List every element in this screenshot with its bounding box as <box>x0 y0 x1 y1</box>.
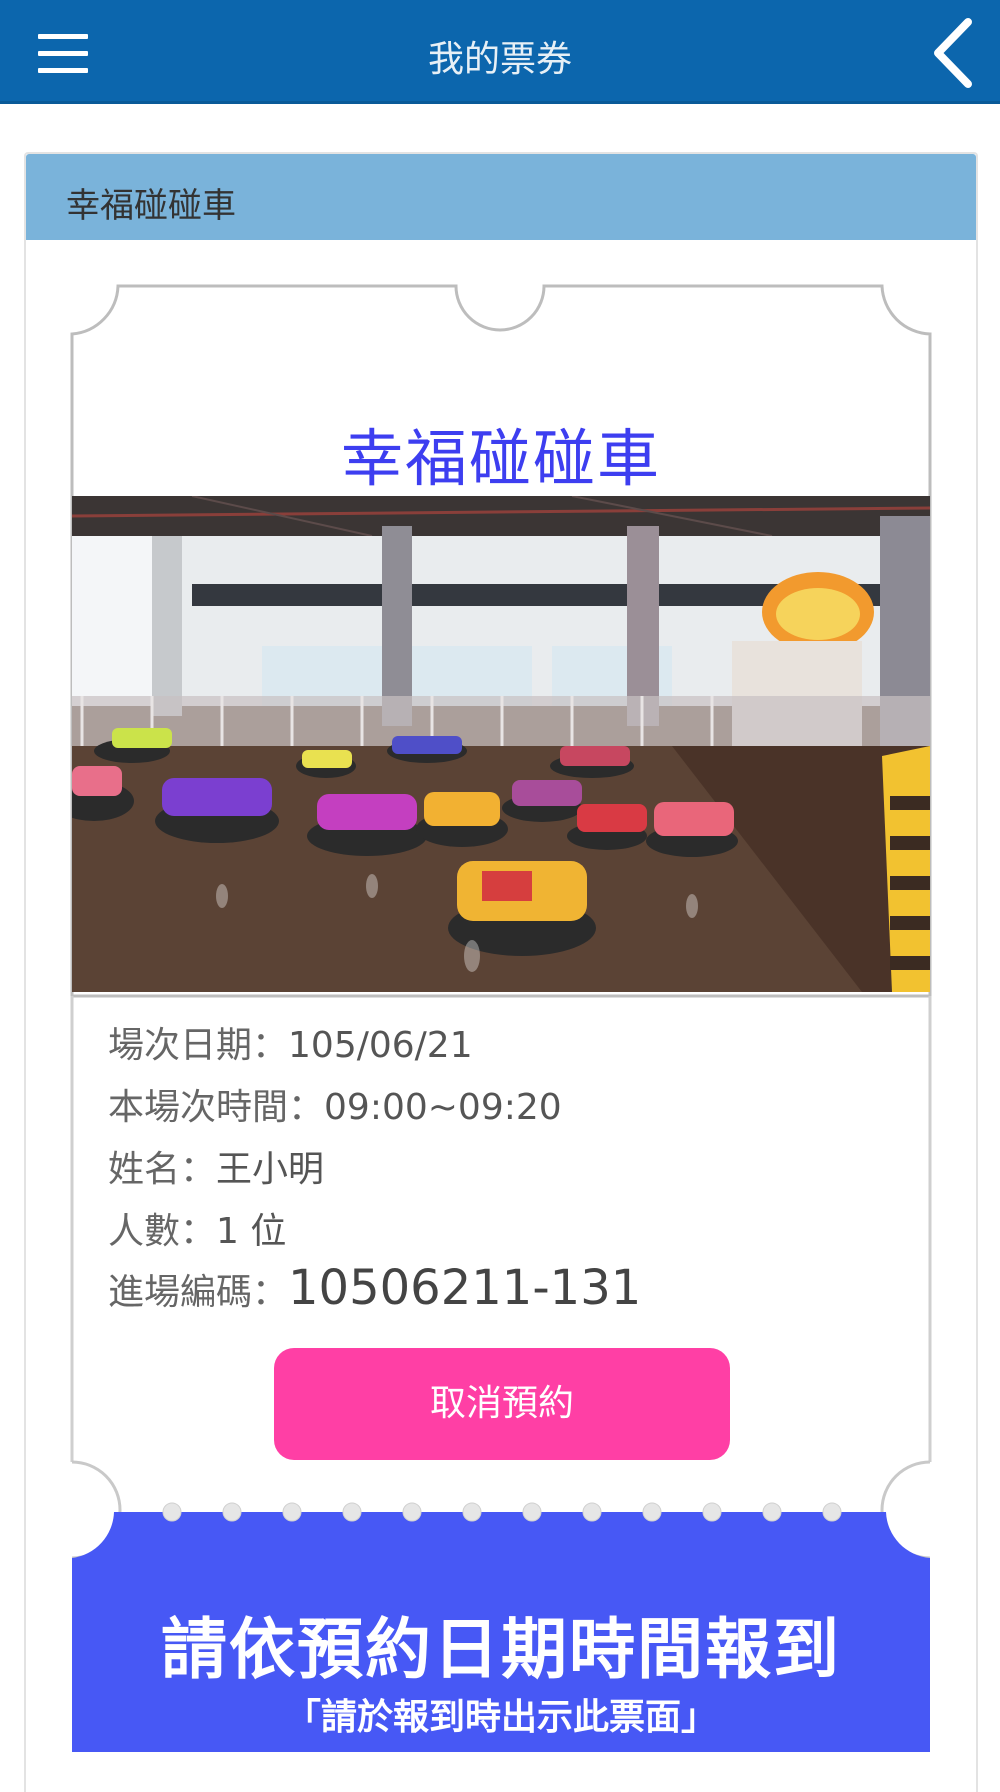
checkin-notice: 請依預約日期時間報到 <box>161 1611 841 1688</box>
entry-code-label: 進場編碼： <box>108 1272 289 1313</box>
ticket-title: 幸福碰碰車 <box>340 422 661 495</box>
name-value: 王小明 <box>216 1149 325 1190</box>
session-date-label: 場次日期： <box>108 1025 289 1066</box>
people-count-label: 人數： <box>108 1211 217 1252</box>
name-label: 姓名： <box>108 1149 217 1190</box>
session-time-value: 09:00~09:20 <box>324 1087 562 1128</box>
entry-code-value: 10506211-131 <box>288 1260 642 1316</box>
session-date-value: 105/06/21 <box>288 1025 473 1066</box>
cancel-reservation-button[interactable]: 取消預約 <box>274 1348 730 1460</box>
people-count-value: 1 位 <box>216 1211 287 1252</box>
session-time-row: 本場次時間：09:00~09:20 <box>108 1078 562 1130</box>
name-row: 姓名：王小明 <box>108 1140 324 1192</box>
bumper-car-arena-photo <box>72 496 930 992</box>
session-time-label: 本場次時間： <box>108 1087 325 1128</box>
checkin-subnotice: 「請於報到時出示此票面」 <box>284 1697 717 1738</box>
entry-code-row: 進場編碼：10506211-131 <box>108 1260 641 1316</box>
people-count-row: 人數：1 位 <box>108 1202 286 1254</box>
session-date-row: 場次日期：105/06/21 <box>108 1016 473 1068</box>
